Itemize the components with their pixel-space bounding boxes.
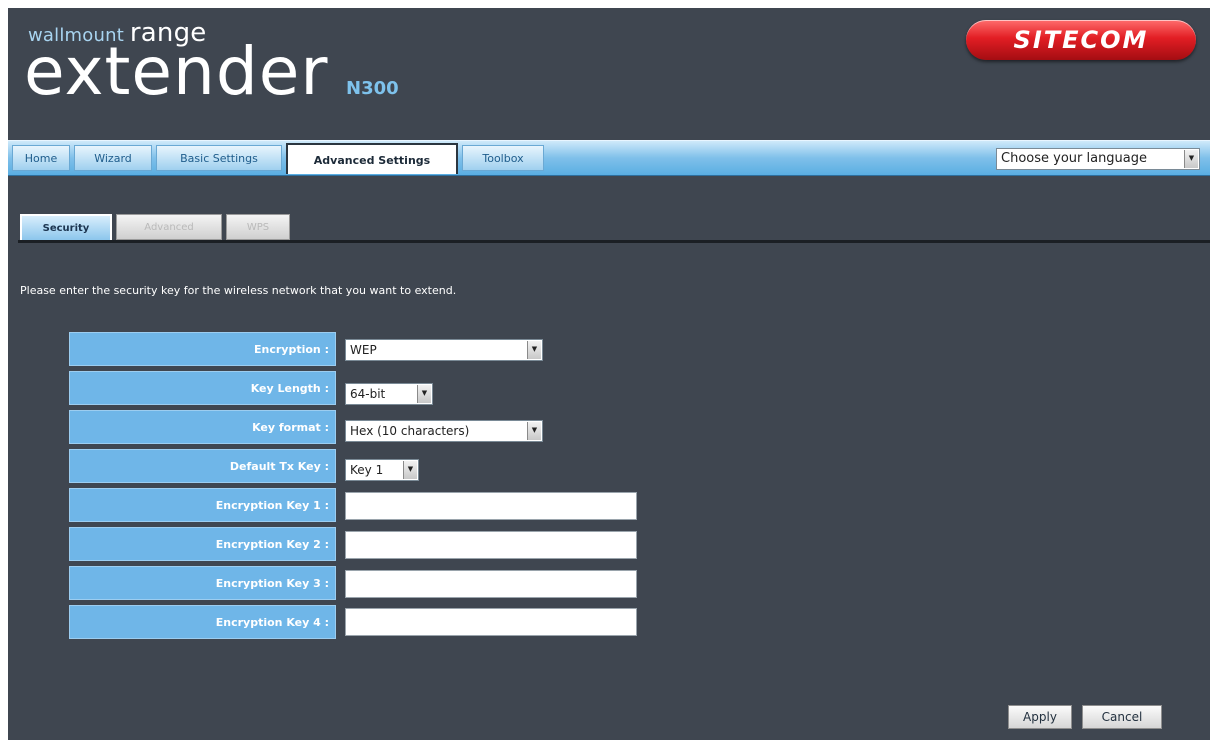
chevron-down-icon: ▼ (527, 341, 541, 359)
encryption-select-value: WEP (350, 343, 377, 357)
key-length-select[interactable]: 64-bit ▼ (345, 383, 433, 405)
key-length-select-value: 64-bit (350, 387, 386, 401)
encryption-label: Encryption : (69, 332, 336, 366)
encryption-key-4-field[interactable] (345, 608, 637, 636)
nav-home[interactable]: Home (12, 145, 70, 171)
encryption-key-1-field[interactable] (345, 492, 637, 520)
language-select-value: Choose your language (1001, 151, 1148, 166)
nav-basic-settings[interactable]: Basic Settings (156, 145, 282, 171)
tab-security[interactable]: Security (20, 214, 112, 240)
key-length-label: Key Length : (69, 371, 336, 405)
default-tx-key-select-value: Key 1 (350, 463, 384, 477)
chevron-down-icon: ▼ (417, 385, 431, 403)
chevron-down-icon: ▼ (403, 461, 417, 479)
apply-button[interactable]: Apply (1008, 705, 1072, 729)
default-tx-key-select[interactable]: Key 1 ▼ (345, 459, 419, 481)
chevron-down-icon: ▼ (1184, 150, 1198, 168)
nav-wizard[interactable]: Wizard (74, 145, 152, 171)
tab-wps[interactable]: WPS (226, 214, 290, 240)
key-format-select-value: Hex (10 characters) (350, 424, 470, 438)
key-format-label: Key format : (69, 410, 336, 444)
encryption-key-3-field[interactable] (345, 570, 637, 598)
tab-advanced[interactable]: Advanced (116, 214, 222, 240)
encryption-key-4-label: Encryption Key 4 : (69, 605, 336, 639)
encryption-key-3-label: Encryption Key 3 : (69, 566, 336, 600)
sitecom-logo: SITECOM (966, 20, 1196, 60)
encryption-key-1-label: Encryption Key 1 : (69, 488, 336, 522)
key-format-select[interactable]: Hex (10 characters) ▼ (345, 420, 543, 442)
encryption-key-2-label: Encryption Key 2 : (69, 527, 336, 561)
nav-advanced-settings[interactable]: Advanced Settings (286, 143, 458, 174)
cancel-button[interactable]: Cancel (1082, 705, 1162, 729)
chevron-down-icon: ▼ (527, 422, 541, 440)
encryption-key-2-field[interactable] (345, 531, 637, 559)
language-select[interactable]: Choose your language ▼ (996, 148, 1200, 170)
nav-toolbox[interactable]: Toolbox (462, 145, 544, 171)
instruction-text: Please enter the security key for the wi… (20, 284, 457, 297)
tab-divider (18, 240, 1210, 243)
default-tx-key-label: Default Tx Key : (69, 449, 336, 483)
page-frame: wallmount range extender N300 SITECOM Ho… (8, 8, 1210, 740)
brand-extender: extender (24, 33, 329, 110)
encryption-select[interactable]: WEP ▼ (345, 339, 543, 361)
brand-model: N300 (346, 78, 399, 99)
